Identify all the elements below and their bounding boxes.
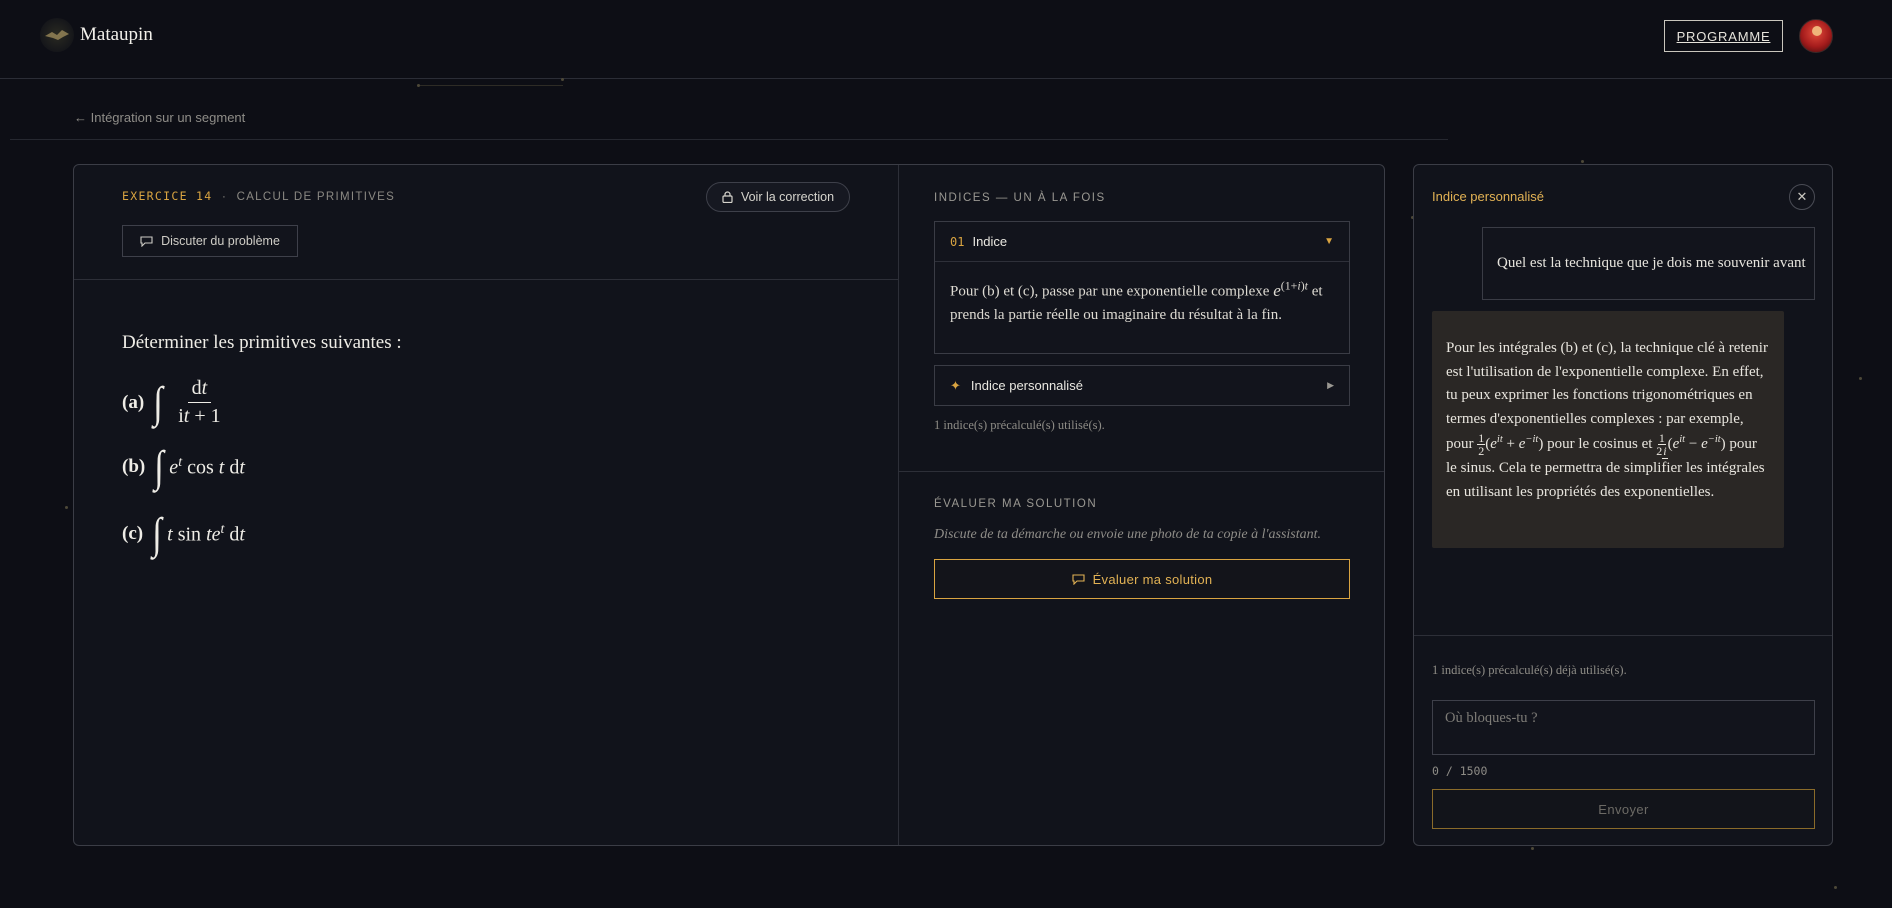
- discuss-problem-button[interactable]: Discuter du problème: [122, 225, 298, 257]
- exercise-number: EXERCICE 14: [122, 189, 213, 203]
- bird-logo-icon: [45, 30, 69, 40]
- brand-name[interactable]: Mataupin: [80, 24, 153, 46]
- evaluate-solution-label: Évaluer ma solution: [1092, 571, 1213, 587]
- math-fraction: dt it + 1: [178, 377, 221, 427]
- math-expression: et cos t dt: [169, 454, 245, 479]
- assistant-text-part2: pour le cosinus et: [1547, 435, 1653, 452]
- hint-1-content: Pour (b) et (c), passe par une exponenti…: [935, 262, 1349, 341]
- math-expression: e(1+i)t: [1273, 278, 1308, 300]
- hint-text-start: Pour (b) et (c), passe par une exponenti…: [950, 283, 1270, 300]
- integral-sign: ∫: [152, 509, 162, 558]
- problem-statement: Déterminer les primitives suivantes :: [122, 332, 402, 353]
- logo[interactable]: [40, 18, 74, 52]
- decorative-dot: [1531, 847, 1534, 850]
- item-label: (a): [122, 391, 145, 413]
- exercise-category: CALCUL DE PRIMITIVES: [236, 191, 396, 203]
- character-counter: 0 / 1500: [1432, 764, 1488, 778]
- chat-icon: [1072, 573, 1085, 585]
- math-expression: 1 2i (eit − e−it): [1656, 430, 1726, 459]
- integral-sign: ∫: [153, 377, 164, 427]
- send-button[interactable]: Envoyer: [1432, 789, 1815, 829]
- decorative-line: [418, 85, 563, 86]
- decorative-dot: [1834, 886, 1837, 889]
- decorative-dot: [65, 506, 68, 509]
- user-message: Quel est la technique que je dois me sou…: [1482, 227, 1815, 300]
- hint-number: 01: [950, 234, 965, 249]
- breadcrumb[interactable]: ← Intégration sur un segment: [74, 110, 245, 125]
- problem-item-c: (c) ∫ t sin tet dt: [122, 512, 245, 556]
- lock-icon: [722, 191, 733, 203]
- decorative-dot: [1859, 377, 1862, 380]
- problem-item-b: (b) ∫ et cos t dt: [122, 445, 245, 489]
- hint-1-accordion: 01 Indice ▼ Pour (b) et (c), passe par u…: [934, 221, 1350, 354]
- panel-title: Indice personnalisé: [1432, 189, 1545, 204]
- top-header: Mataupin PROGRAMME: [0, 0, 1892, 79]
- exercise-card: EXERCICE 14 · CALCUL DE PRIMITIVES Voir …: [73, 164, 1385, 846]
- item-label: (c): [122, 523, 144, 544]
- evaluate-solution-button[interactable]: Évaluer ma solution: [934, 559, 1350, 599]
- chevron-right-icon: ▶: [1327, 380, 1334, 390]
- custom-hint-accordion[interactable]: ✦ Indice personnalisé ▶: [934, 365, 1350, 406]
- divider: [1414, 635, 1832, 636]
- evaluate-section-label: ÉVALUER MA SOLUTION: [934, 498, 1098, 510]
- hints-section-label: INDICES — UN À LA FOIS: [934, 192, 1106, 204]
- item-label: (b): [122, 456, 146, 477]
- show-correction-label: Voir la correction: [740, 190, 835, 204]
- custom-hint-label: Indice personnalisé: [970, 378, 1083, 393]
- sparkle-icon: ✦: [950, 377, 961, 393]
- math-expression: t sin tet dt: [167, 521, 245, 546]
- avatar[interactable]: [1799, 19, 1833, 53]
- divider: [10, 139, 1448, 140]
- assistant-message: Pour les intégrales (b) et (c), la techn…: [1432, 311, 1784, 548]
- evaluate-description: Discute de ta démarche ou envoie une pho…: [934, 527, 1322, 542]
- decorative-dot: [561, 78, 564, 81]
- question-input[interactable]: [1432, 700, 1815, 755]
- integral-sign: ∫: [154, 442, 165, 491]
- divider: [74, 279, 898, 280]
- separator: ·: [221, 191, 228, 203]
- hints-column: INDICES — UN À LA FOIS 01 Indice ▼ Pour …: [899, 165, 1384, 845]
- decorative-dot: [417, 84, 420, 87]
- divider: [899, 471, 1384, 472]
- hint-1-header[interactable]: 01 Indice ▼: [935, 222, 1349, 262]
- discuss-problem-label: Discuter du problème: [161, 234, 280, 248]
- close-icon[interactable]: ✕: [1789, 184, 1815, 210]
- programme-button[interactable]: PROGRAMME: [1664, 20, 1783, 52]
- hints-used-note: 1 indice(s) précalculé(s) utilisé(s).: [934, 418, 1105, 432]
- decorative-dot: [1581, 160, 1584, 163]
- chat-icon: [140, 235, 153, 247]
- chevron-down-icon: ▼: [1324, 236, 1334, 247]
- hint-title: Indice: [972, 234, 1008, 249]
- panel-hints-used-note: 1 indice(s) précalculé(s) déjà utilisé(s…: [1432, 663, 1627, 677]
- custom-hint-panel: Indice personnalisé ✕ Quel est la techni…: [1413, 164, 1833, 846]
- math-expression: 1 2 (eit + e−it): [1477, 430, 1544, 458]
- problem-column: EXERCICE 14 · CALCUL DE PRIMITIVES Voir …: [74, 165, 899, 845]
- exercise-header: EXERCICE 14 · CALCUL DE PRIMITIVES: [122, 189, 395, 203]
- show-correction-button[interactable]: Voir la correction: [706, 182, 850, 212]
- problem-item-a: (a) ∫ dt it + 1: [122, 377, 231, 428]
